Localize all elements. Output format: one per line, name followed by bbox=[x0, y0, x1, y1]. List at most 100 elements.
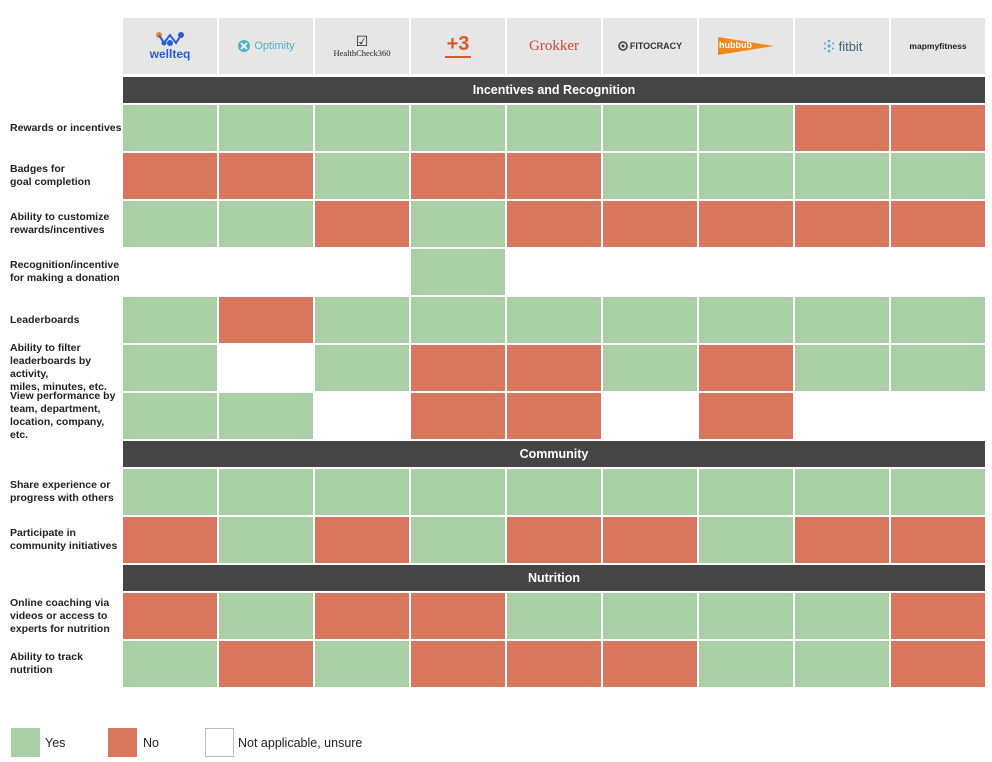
cell-no bbox=[411, 153, 505, 199]
cell-no bbox=[507, 517, 601, 563]
cell-yes bbox=[123, 393, 217, 439]
cell-no bbox=[891, 641, 985, 687]
row-label: Recognition/incentive for making a donat… bbox=[10, 259, 120, 284]
cell-not-applicable bbox=[123, 249, 217, 295]
cell-not-applicable bbox=[507, 249, 601, 295]
comparison-grid: wellteq Optimity ☑ HealthCheck360 +3 Gro… bbox=[0, 0, 992, 762]
cell-yes bbox=[891, 297, 985, 343]
cell-no bbox=[891, 105, 985, 151]
cell-not-applicable bbox=[315, 249, 409, 295]
cell-yes bbox=[795, 641, 889, 687]
cell-no bbox=[315, 201, 409, 247]
cell-no bbox=[603, 641, 697, 687]
legend-label: Yes bbox=[45, 736, 66, 750]
cell-yes bbox=[219, 105, 313, 151]
cell-yes bbox=[411, 297, 505, 343]
hubbub-wordmark: hubbub bbox=[719, 40, 752, 50]
cell-no bbox=[411, 593, 505, 639]
fitbit-dots-icon bbox=[823, 39, 834, 53]
cell-no bbox=[891, 201, 985, 247]
optimity-wordmark: Optimity bbox=[254, 40, 295, 52]
row-label: Badges for goal completion bbox=[10, 163, 91, 188]
cell-yes bbox=[699, 297, 793, 343]
cell-yes bbox=[795, 345, 889, 391]
logo-hubbub: hubbub bbox=[699, 18, 793, 74]
logo-mapmyfitness: mapmyfitness bbox=[891, 18, 985, 74]
logo-fitbit: fitbit bbox=[795, 18, 889, 74]
cell-yes bbox=[315, 153, 409, 199]
cell-yes bbox=[891, 345, 985, 391]
cell-yes bbox=[219, 469, 313, 515]
cell-not-applicable bbox=[891, 249, 985, 295]
legend-label: No bbox=[143, 736, 159, 750]
fitbit-wordmark: fitbit bbox=[838, 38, 863, 54]
cell-yes bbox=[699, 469, 793, 515]
cell-not-applicable bbox=[891, 393, 985, 439]
cell-no bbox=[123, 153, 217, 199]
cell-yes bbox=[219, 201, 313, 247]
cell-yes bbox=[699, 517, 793, 563]
cell-not-applicable bbox=[219, 249, 313, 295]
cell-no bbox=[219, 297, 313, 343]
cell-no bbox=[891, 593, 985, 639]
cell-yes bbox=[219, 517, 313, 563]
cell-yes bbox=[123, 345, 217, 391]
cell-yes bbox=[123, 469, 217, 515]
wellteq-logo-icon bbox=[156, 32, 184, 46]
cell-no bbox=[507, 393, 601, 439]
cell-yes bbox=[411, 249, 505, 295]
cell-yes bbox=[699, 105, 793, 151]
logo-optimity: Optimity bbox=[219, 18, 313, 74]
row-label: Participate in community initiatives bbox=[10, 527, 118, 552]
cell-not-applicable bbox=[795, 393, 889, 439]
cell-not-applicable bbox=[315, 393, 409, 439]
cell-no bbox=[699, 345, 793, 391]
cell-no bbox=[315, 517, 409, 563]
section-header: Nutrition bbox=[123, 565, 985, 591]
cell-yes bbox=[123, 641, 217, 687]
cell-yes bbox=[603, 469, 697, 515]
cell-yes bbox=[891, 153, 985, 199]
row-label: Ability to filter leaderboards by activi… bbox=[10, 342, 107, 393]
plus3-underline bbox=[445, 56, 471, 58]
cell-not-applicable bbox=[795, 249, 889, 295]
cell-not-applicable bbox=[603, 249, 697, 295]
cell-yes bbox=[507, 593, 601, 639]
cell-yes bbox=[315, 641, 409, 687]
cell-no bbox=[123, 517, 217, 563]
cell-yes bbox=[315, 469, 409, 515]
cell-no bbox=[795, 517, 889, 563]
cell-yes bbox=[699, 153, 793, 199]
cell-yes bbox=[123, 201, 217, 247]
cell-not-applicable bbox=[219, 345, 313, 391]
cell-no bbox=[507, 345, 601, 391]
cell-yes bbox=[603, 105, 697, 151]
row-label: Ability to customize rewards/incentives bbox=[10, 211, 110, 236]
legend-label: Not applicable, unsure bbox=[238, 736, 363, 750]
cell-yes bbox=[507, 105, 601, 151]
cell-no bbox=[411, 393, 505, 439]
row-label: Online coaching via videos or access to … bbox=[10, 596, 110, 635]
row-label: Ability to track nutrition bbox=[10, 651, 83, 676]
cell-no bbox=[219, 153, 313, 199]
legend-swatch bbox=[108, 728, 137, 757]
cell-yes bbox=[603, 153, 697, 199]
cell-yes bbox=[699, 593, 793, 639]
cell-yes bbox=[795, 297, 889, 343]
cell-yes bbox=[411, 201, 505, 247]
row-label: Leaderboards bbox=[10, 313, 80, 326]
cell-yes bbox=[507, 469, 601, 515]
cell-yes bbox=[891, 469, 985, 515]
cell-no bbox=[795, 105, 889, 151]
healthcheck360-wordmark: HealthCheck360 bbox=[333, 48, 391, 58]
row-label: Share experience or progress with others bbox=[10, 479, 114, 504]
cell-not-applicable bbox=[603, 393, 697, 439]
cell-yes bbox=[411, 105, 505, 151]
cell-no bbox=[123, 593, 217, 639]
cell-yes bbox=[795, 153, 889, 199]
cell-no bbox=[603, 517, 697, 563]
cell-yes bbox=[219, 393, 313, 439]
logo-wellteq: wellteq bbox=[123, 18, 217, 74]
section-header: Community bbox=[123, 441, 985, 467]
cell-no bbox=[411, 641, 505, 687]
